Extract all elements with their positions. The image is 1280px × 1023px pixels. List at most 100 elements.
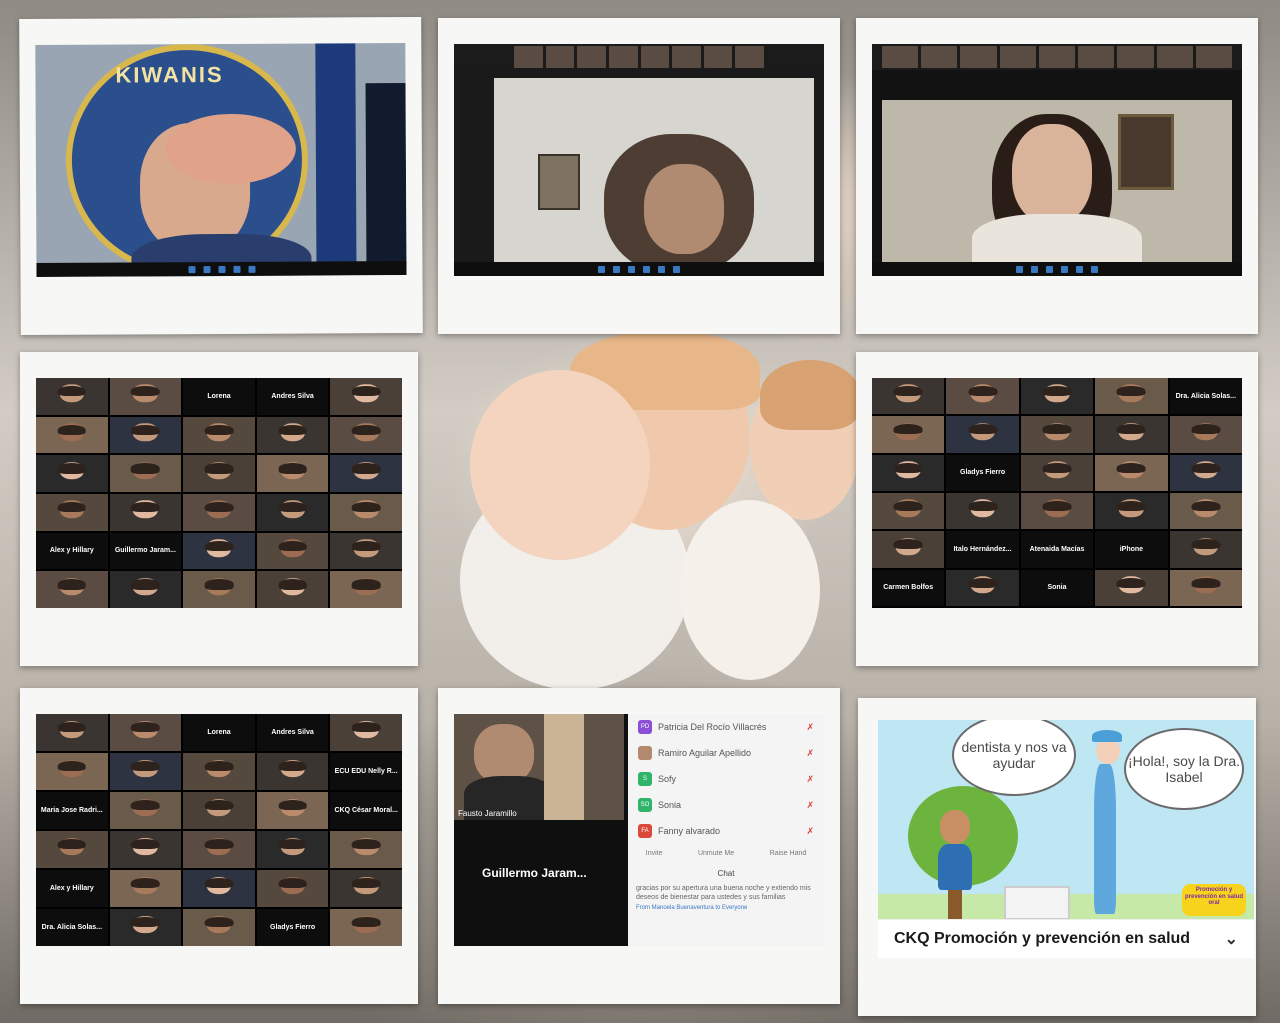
video-tile[interactable]: Andres Silva (256, 378, 329, 415)
video-tile[interactable]: Carmen Bolfos (872, 569, 945, 606)
video-tile[interactable] (36, 455, 108, 492)
video-tile[interactable] (1169, 569, 1242, 606)
video-tile[interactable] (1169, 416, 1242, 453)
video-tile[interactable]: Maria Jose Radri... (36, 792, 108, 829)
video-tile[interactable] (1095, 492, 1168, 530)
video-tile[interactable] (36, 831, 108, 868)
video-tile[interactable]: Sonia (1020, 569, 1094, 606)
video-tile[interactable]: ECU EDU Nelly R... (330, 753, 402, 790)
video-tile[interactable] (330, 714, 402, 751)
video-tile[interactable] (109, 416, 182, 454)
video-tile[interactable]: Lorena (183, 714, 255, 751)
video-tile[interactable] (1020, 416, 1094, 453)
video-card[interactable]: dentista y nos va ayudar ¡Hola!, soy la … (878, 720, 1254, 958)
video-tile[interactable] (183, 753, 255, 790)
video-tile[interactable]: Italo Hernández... (946, 531, 1019, 568)
video-tile[interactable] (109, 753, 182, 790)
video-tile[interactable] (109, 378, 182, 415)
video-tile[interactable]: CKQ César Moral... (330, 792, 402, 829)
chevron-down-icon[interactable]: ⌄ (1225, 929, 1238, 949)
video-tile[interactable] (1020, 492, 1094, 530)
participant-row[interactable]: FA Fanny alvarado ✗ (628, 818, 824, 844)
video-tile[interactable] (1095, 416, 1168, 453)
video-tile[interactable]: Dra. Alicia Solas... (36, 909, 108, 946)
video-tile[interactable] (1020, 454, 1094, 491)
video-tile[interactable]: Lorena (183, 378, 255, 415)
video-tile[interactable] (183, 416, 255, 454)
video-tile[interactable] (256, 831, 329, 868)
video-tile[interactable] (109, 714, 182, 751)
video-tile[interactable] (256, 416, 329, 454)
video-tile[interactable] (1020, 378, 1094, 415)
participant-row[interactable]: S Sofy ✗ (628, 766, 824, 792)
video-tile[interactable] (330, 909, 402, 946)
video-tile[interactable] (183, 870, 255, 907)
video-tile[interactable]: Gladys Fierro (946, 454, 1019, 491)
video-tile[interactable] (330, 378, 402, 415)
video-tile[interactable] (36, 753, 108, 790)
video-tile[interactable] (183, 455, 255, 492)
video-tile[interactable]: Atenaida Macías (1020, 531, 1094, 568)
video-tile[interactable] (256, 571, 329, 608)
video-tile[interactable] (183, 831, 255, 868)
video-tile[interactable] (36, 494, 108, 531)
video-tile[interactable] (256, 753, 329, 790)
video-tile[interactable] (1095, 454, 1168, 491)
video-tile[interactable] (330, 532, 402, 570)
video-tile[interactable] (109, 571, 182, 608)
video-tile[interactable]: Guillermo Jaram... (109, 532, 182, 570)
video-tile[interactable] (36, 714, 108, 751)
video-tile[interactable] (256, 494, 329, 531)
video-tile[interactable] (256, 532, 329, 570)
video-tile[interactable] (183, 494, 255, 531)
video-tile[interactable]: Alex y Hillary (36, 532, 108, 570)
video-tile[interactable] (946, 378, 1019, 415)
video-tile[interactable] (1169, 492, 1242, 530)
video-tile[interactable] (872, 416, 945, 453)
video-tile[interactable] (1095, 378, 1168, 415)
raise-hand-button[interactable]: Raise Hand (770, 850, 807, 857)
video-tile[interactable] (1169, 454, 1242, 491)
unmute-button[interactable]: Unmute Me (698, 850, 734, 857)
participant-row[interactable]: Ramiro Aguilar Apellido ✗ (628, 740, 824, 766)
video-tile[interactable] (330, 870, 402, 907)
video-tile[interactable] (946, 416, 1019, 453)
video-tile[interactable] (109, 831, 182, 868)
video-tile[interactable] (872, 378, 945, 415)
video-tile[interactable] (36, 571, 108, 608)
video-tile[interactable] (872, 454, 945, 491)
video-tile[interactable] (946, 492, 1019, 530)
video-tile[interactable] (1169, 531, 1242, 568)
video-tile[interactable] (256, 792, 329, 829)
video-tile[interactable] (109, 870, 182, 907)
video-tile[interactable] (330, 455, 402, 492)
video-tile[interactable] (36, 416, 108, 454)
video-tile[interactable] (330, 831, 402, 868)
video-tile[interactable]: Dra. Alicia Solas... (1169, 378, 1242, 415)
video-tile[interactable] (183, 909, 255, 946)
participant-row[interactable]: PD Patricia Del Rocío Villacrés ✗ (628, 714, 824, 740)
video-tile[interactable] (1095, 569, 1168, 606)
video-tile[interactable] (109, 792, 182, 829)
video-tile[interactable] (946, 569, 1019, 606)
participant-row[interactable]: SO Sonia ✗ (628, 792, 824, 818)
video-tile[interactable]: Alex y Hillary (36, 870, 108, 907)
video-tile[interactable]: iPhone (1095, 531, 1168, 568)
video-tile[interactable] (183, 792, 255, 829)
video-tile[interactable] (109, 455, 182, 492)
video-tile[interactable] (36, 378, 108, 415)
video-tile[interactable] (872, 531, 945, 568)
video-tile[interactable] (872, 492, 945, 530)
video-tile[interactable] (256, 870, 329, 907)
video-tile[interactable] (330, 571, 402, 608)
invite-button[interactable]: Invite (646, 850, 663, 857)
video-tile[interactable] (183, 571, 255, 608)
video-tile[interactable] (330, 416, 402, 454)
video-tile[interactable] (109, 494, 182, 531)
video-tile[interactable] (330, 494, 402, 531)
video-tile[interactable]: Gladys Fierro (256, 909, 329, 946)
video-tile[interactable] (109, 909, 182, 946)
video-tile[interactable] (183, 532, 255, 570)
video-tile[interactable] (256, 455, 329, 492)
video-title-bar[interactable]: CKQ Promoción y prevención en salud ⌄ (878, 919, 1254, 958)
